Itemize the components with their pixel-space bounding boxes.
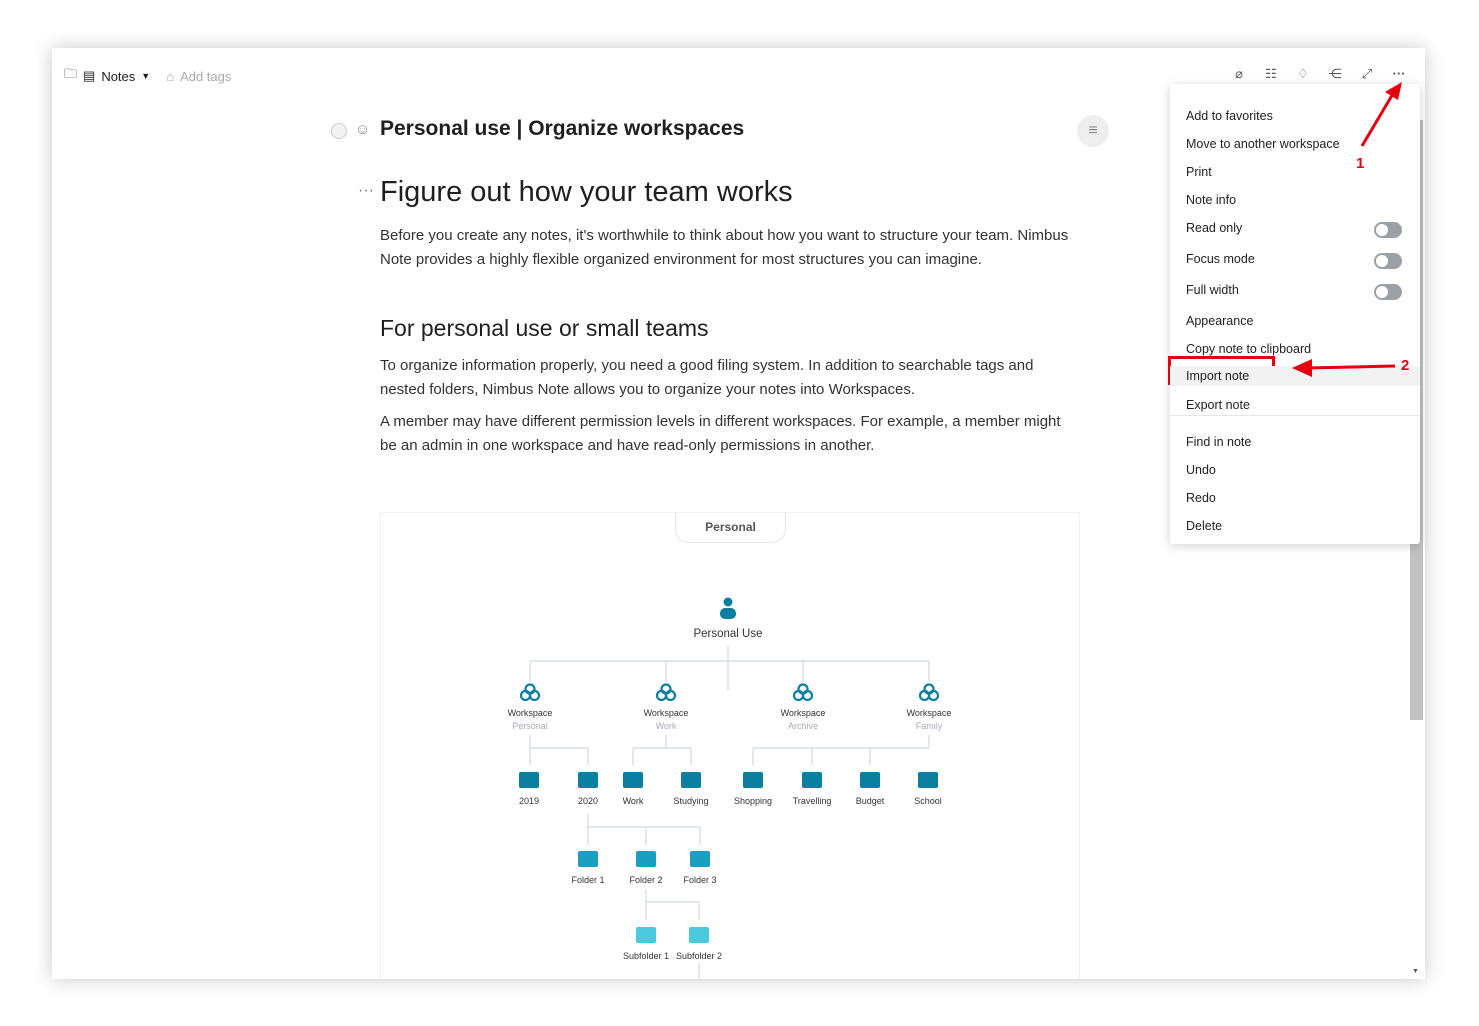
step-1-label: 1: [1356, 155, 1365, 172]
arrow-2: [1307, 364, 1396, 370]
step-2-label: 2: [1401, 357, 1410, 374]
arrow-2-head: [1292, 359, 1312, 377]
arrow-1: [1360, 91, 1396, 147]
arrow-1-head: [1385, 82, 1402, 100]
annotation-arrows: [1292, 82, 1402, 377]
